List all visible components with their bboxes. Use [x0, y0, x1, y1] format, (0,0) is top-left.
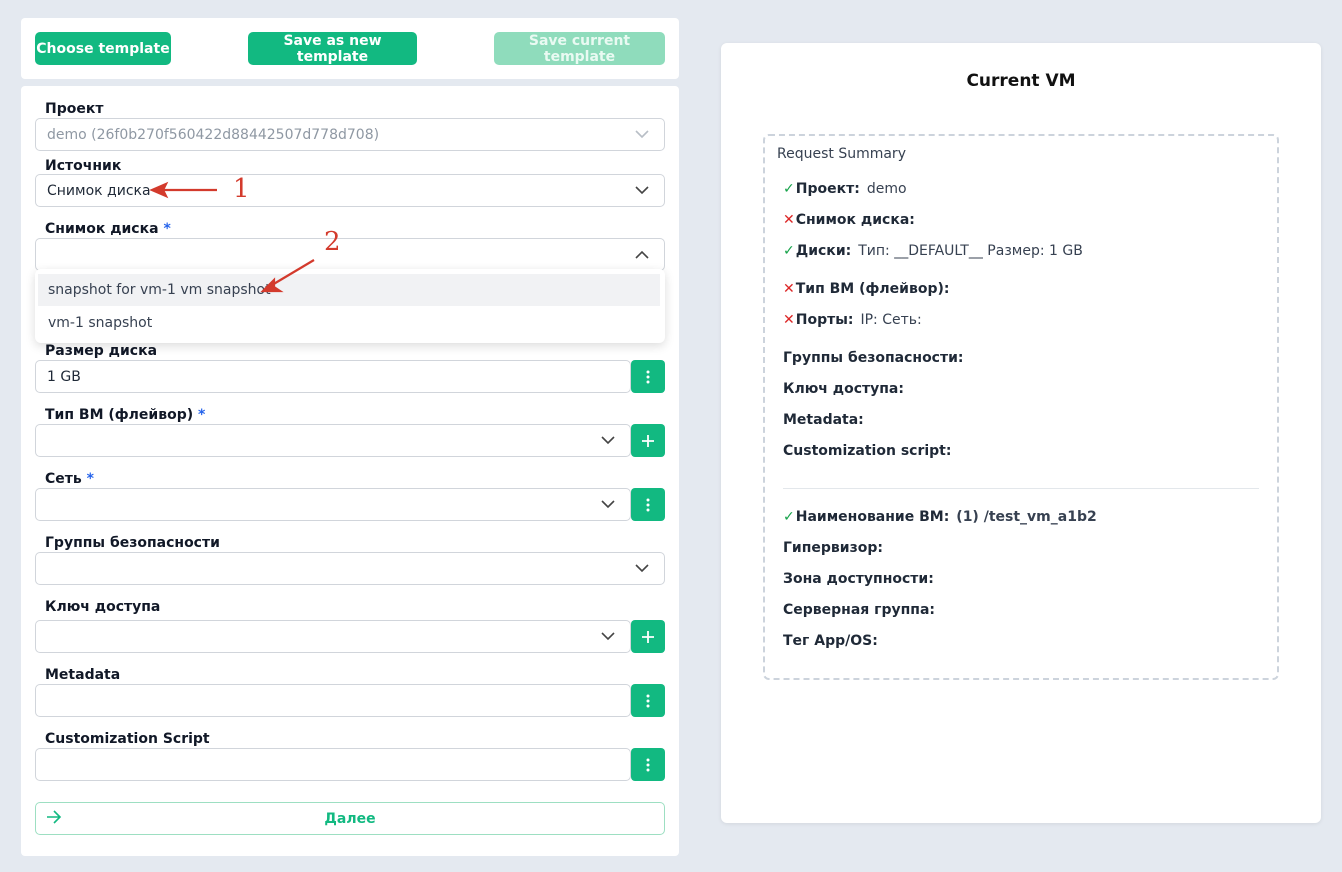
summary-key: Порты:	[795, 312, 854, 328]
cross-icon: ✕	[783, 281, 795, 297]
panel-title: Current VM	[966, 71, 1076, 91]
check-icon: ✓	[783, 243, 795, 259]
summary-value: Тип: __DEFAULT__ Размер: 1 GB	[858, 243, 1083, 259]
check-icon: ✓	[783, 509, 795, 525]
summary-key: Наименование ВМ:	[795, 509, 950, 525]
summary-row: Зона доступности:	[783, 571, 941, 587]
summary-row: ✓ Проект: demo	[783, 181, 907, 197]
cross-icon: ✕	[783, 312, 795, 328]
summary-key: Гипервизор:	[783, 540, 883, 556]
summary-title: Request Summary	[777, 146, 906, 162]
summary-row: ✕ Порты: IP: Сеть:	[783, 312, 922, 328]
summary-row: Тег App/OS:	[783, 633, 885, 649]
summary-row: Серверная группа:	[783, 602, 942, 618]
summary-row: ✓ Диски: Тип: __DEFAULT__ Размер: 1 GB	[783, 243, 1083, 259]
cross-icon: ✕	[783, 212, 795, 228]
summary-key: Metadata:	[783, 412, 864, 428]
summary-row: Ключ доступа:	[783, 381, 911, 397]
summary-key: Диски:	[795, 243, 852, 259]
summary-key: Группы безопасности:	[783, 350, 964, 366]
summary-row: Customization script:	[783, 443, 958, 459]
check-icon: ✓	[783, 181, 795, 197]
annotation-number: 1	[233, 174, 250, 204]
current-vm-panel: Current VM Request Summary ✓ Проект: demo ✕…	[721, 43, 1321, 823]
summary-key: Тип ВМ (флейвор):	[795, 281, 950, 297]
summary-value: demo	[866, 181, 907, 197]
summary-row: ✕ Тип ВМ (флейвор):	[783, 281, 956, 297]
annotation-number: 2	[324, 227, 341, 257]
summary-value: (1) /test_vm_a1b2	[956, 509, 1097, 525]
summary-key: Тег App/OS:	[783, 633, 878, 649]
summary-row: ✓ Наименование ВМ: (1) /test_vm_a1b2	[783, 509, 1097, 525]
summary-key: Снимок диска:	[795, 212, 915, 228]
summary-row: Группы безопасности:	[783, 350, 971, 366]
summary-row: Metadata:	[783, 412, 871, 428]
summary-key: Customization script:	[783, 443, 952, 459]
summary-key: Ключ доступа:	[783, 381, 904, 397]
summary-key: Серверная группа:	[783, 602, 936, 618]
divider	[783, 488, 1259, 489]
summary-key: Зона доступности:	[783, 571, 934, 587]
summary-row: ✕ Снимок диска:	[783, 212, 922, 228]
summary-row: Гипервизор:	[783, 540, 890, 556]
summary-value: IP: Сеть:	[860, 312, 922, 328]
summary-key: Проект:	[795, 181, 860, 197]
request-summary: Request Summary ✓ Проект: demo ✕ Снимок диск…	[763, 134, 1279, 680]
